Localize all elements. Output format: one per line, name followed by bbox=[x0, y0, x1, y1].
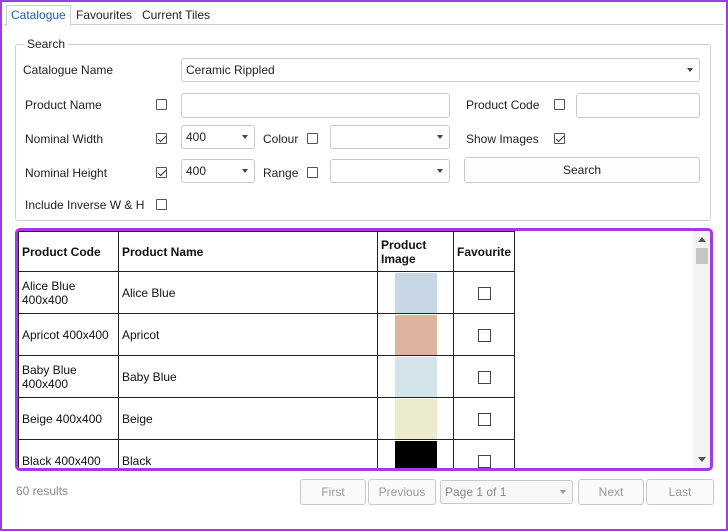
nominal-width-select[interactable]: 400 bbox=[181, 125, 255, 149]
first-page-button[interactable]: First bbox=[300, 479, 366, 505]
page-select[interactable]: Page 1 of 1 bbox=[440, 480, 573, 504]
cell-product-code: Black 400x400 bbox=[18, 439, 119, 468]
column-header-product-code[interactable]: Product Code bbox=[18, 231, 119, 272]
show-images-checkbox[interactable] bbox=[554, 133, 565, 144]
cell-product-image bbox=[377, 271, 454, 314]
tab-catalogue[interactable]: Catalogue bbox=[6, 5, 71, 27]
show-images-label: Show Images bbox=[466, 132, 539, 146]
cell-favourite bbox=[453, 397, 515, 440]
chevron-down-icon bbox=[560, 490, 566, 494]
nominal-height-value: 400 bbox=[186, 164, 207, 178]
table-row[interactable]: Alice Blue 400x400 Alice Blue bbox=[18, 271, 515, 314]
table-row[interactable]: Black 400x400 Black bbox=[18, 439, 515, 468]
colour-checkbox[interactable] bbox=[307, 133, 318, 144]
catalogue-name-label: Catalogue Name bbox=[23, 63, 114, 77]
chevron-down-icon bbox=[437, 169, 443, 173]
previous-page-button[interactable]: Previous bbox=[368, 479, 436, 505]
range-select[interactable] bbox=[330, 159, 450, 183]
range-label: Range bbox=[263, 166, 299, 180]
catalogue-name-select[interactable]: Ceramic Rippled bbox=[181, 58, 700, 82]
colour-select[interactable] bbox=[330, 125, 450, 149]
cell-product-name: Apricot bbox=[118, 313, 378, 356]
cell-product-code: Baby Blue 400x400 bbox=[18, 355, 119, 398]
search-group-title: Search bbox=[24, 37, 69, 51]
cell-favourite bbox=[453, 313, 515, 356]
table-body: Alice Blue 400x400 Alice Blue Apricot 400x… bbox=[18, 271, 515, 468]
cell-product-name: Baby Blue bbox=[118, 355, 378, 398]
product-image-swatch bbox=[394, 398, 437, 439]
next-page-button[interactable]: Next bbox=[578, 479, 644, 505]
chevron-down-icon bbox=[687, 68, 693, 72]
table-row[interactable]: Baby Blue 400x400 Baby Blue bbox=[18, 355, 515, 398]
favourite-checkbox[interactable] bbox=[477, 328, 491, 342]
cell-product-image bbox=[377, 439, 454, 468]
cell-product-image bbox=[377, 397, 454, 440]
product-name-checkbox[interactable] bbox=[156, 99, 167, 110]
product-image-swatch bbox=[394, 356, 437, 397]
scroll-down-icon[interactable] bbox=[698, 457, 706, 462]
cell-product-code: Apricot 400x400 bbox=[18, 313, 119, 356]
product-image-swatch bbox=[394, 272, 437, 313]
cell-product-image bbox=[377, 355, 454, 398]
include-inverse-label: Include Inverse W & H bbox=[25, 198, 145, 212]
column-header-product-image[interactable]: Product Image bbox=[377, 231, 454, 272]
cell-product-code: Alice Blue 400x400 bbox=[18, 271, 119, 314]
scroll-up-icon[interactable] bbox=[698, 237, 706, 242]
table-header-row: Product Code Product Name Product Image … bbox=[18, 231, 515, 272]
cell-product-name: Black bbox=[118, 439, 378, 468]
column-header-favourite[interactable]: Favourite bbox=[453, 231, 515, 272]
tab-favourites[interactable]: Favourites bbox=[72, 6, 136, 26]
cell-product-image bbox=[377, 313, 454, 356]
cell-favourite bbox=[453, 439, 515, 468]
product-image-swatch bbox=[394, 440, 437, 468]
product-code-checkbox[interactable] bbox=[554, 99, 565, 110]
colour-label: Colour bbox=[263, 132, 299, 146]
nominal-height-label: Nominal Height bbox=[25, 166, 108, 180]
chevron-down-icon bbox=[242, 169, 248, 173]
cell-favourite bbox=[453, 355, 515, 398]
vertical-scrollbar[interactable] bbox=[693, 231, 710, 468]
results-count: 60 results bbox=[16, 484, 69, 498]
results-grid: Product Code Product Name Product Image … bbox=[15, 228, 713, 471]
product-code-input[interactable] bbox=[576, 93, 700, 118]
last-page-button[interactable]: Last bbox=[646, 479, 714, 505]
nominal-height-select[interactable]: 400 bbox=[181, 159, 255, 183]
product-name-input[interactable] bbox=[181, 93, 450, 118]
nominal-height-checkbox[interactable] bbox=[156, 167, 167, 178]
cell-product-name: Beige bbox=[118, 397, 378, 440]
tab-current-tiles[interactable]: Current Tiles bbox=[138, 6, 214, 26]
page-select-value: Page 1 of 1 bbox=[445, 485, 507, 499]
favourite-checkbox[interactable] bbox=[477, 286, 491, 300]
nominal-width-value: 400 bbox=[186, 130, 207, 144]
include-inverse-checkbox[interactable] bbox=[156, 199, 167, 210]
table-row[interactable]: Apricot 400x400 Apricot bbox=[18, 313, 515, 356]
scroll-thumb[interactable] bbox=[696, 248, 708, 264]
product-code-label: Product Code bbox=[466, 98, 540, 112]
nominal-width-checkbox[interactable] bbox=[156, 133, 167, 144]
favourite-checkbox[interactable] bbox=[477, 412, 491, 426]
cell-product-code: Beige 400x400 bbox=[18, 397, 119, 440]
range-checkbox[interactable] bbox=[307, 167, 318, 178]
catalogue-name-value: Ceramic Rippled bbox=[186, 63, 275, 77]
nominal-width-label: Nominal Width bbox=[25, 132, 104, 146]
results-table: Product Code Product Name Product Image … bbox=[18, 231, 515, 468]
chevron-down-icon bbox=[437, 135, 443, 139]
cell-favourite bbox=[453, 271, 515, 314]
search-button[interactable]: Search bbox=[464, 157, 700, 183]
cell-product-name: Alice Blue bbox=[118, 271, 378, 314]
product-name-label: Product Name bbox=[25, 98, 102, 112]
column-header-product-name[interactable]: Product Name bbox=[118, 231, 378, 272]
chevron-down-icon bbox=[242, 135, 248, 139]
favourite-checkbox[interactable] bbox=[477, 454, 491, 468]
tab-bar: Catalogue Favourites Current Tiles bbox=[4, 4, 724, 27]
favourite-checkbox[interactable] bbox=[477, 370, 491, 384]
table-row[interactable]: Beige 400x400 Beige bbox=[18, 397, 515, 440]
product-image-swatch bbox=[394, 314, 437, 355]
